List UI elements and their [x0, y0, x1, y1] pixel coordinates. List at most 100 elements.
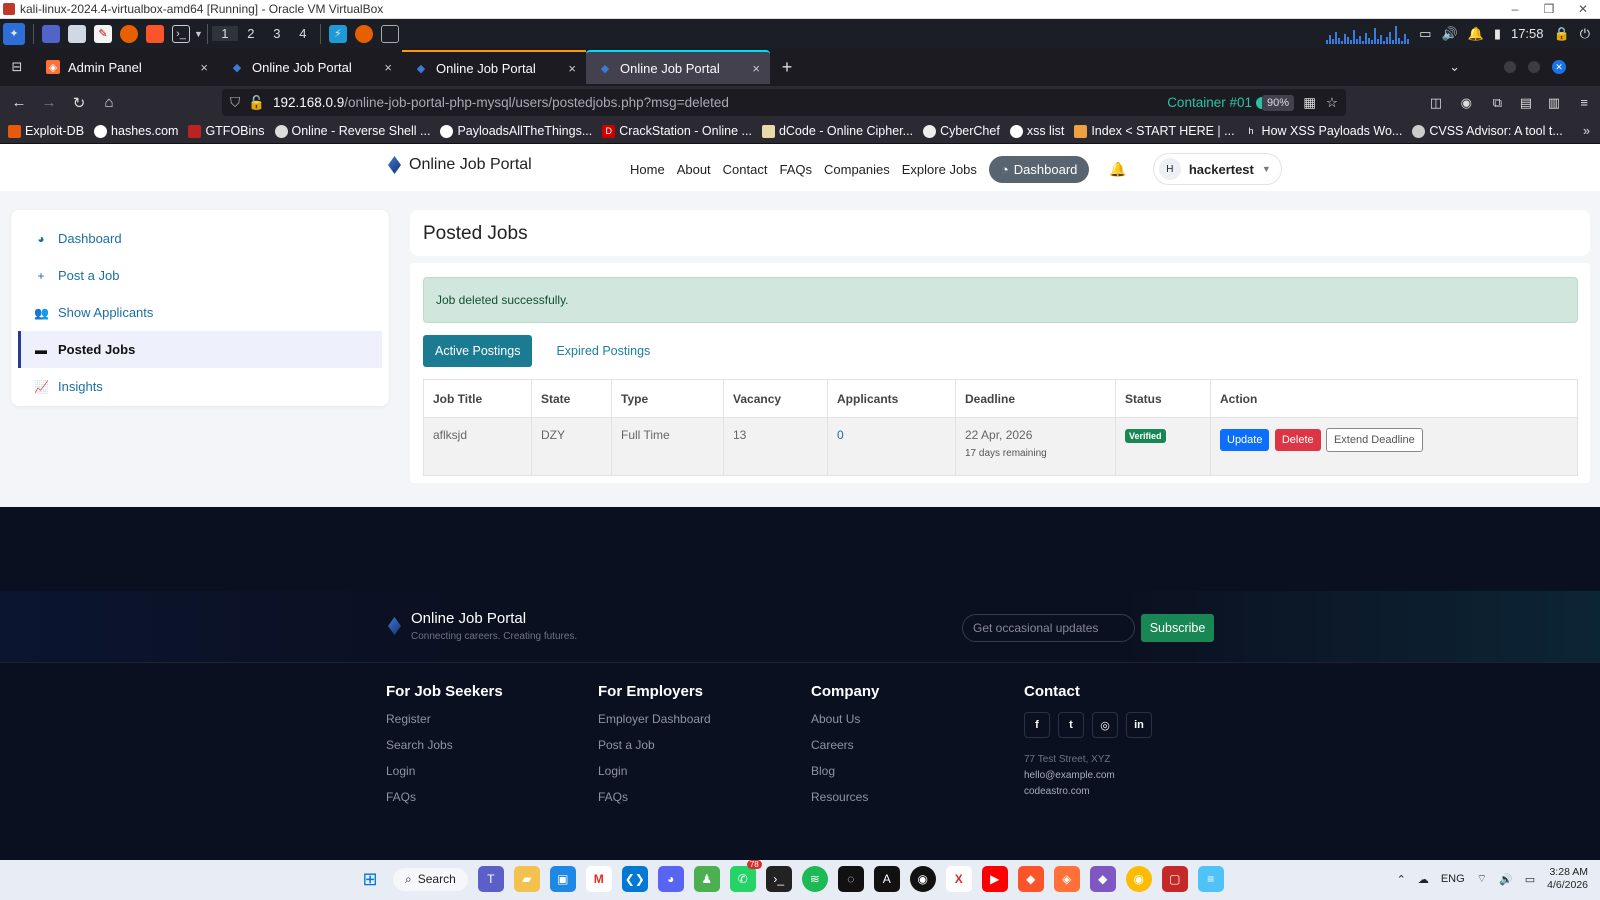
extend-deadline-button[interactable]: Extend Deadline — [1325, 428, 1423, 452]
bookmark-hashes[interactable]: hashes.com — [94, 124, 178, 138]
close-window-icon[interactable]: ✕ — [1552, 60, 1566, 74]
bookmark-reverse-shell[interactable]: Online - Reverse Shell ... — [274, 124, 430, 138]
wifi-icon[interactable]: ⌔ — [1477, 872, 1487, 886]
youtube-icon[interactable]: ▶ — [981, 866, 1008, 892]
subscribe-button[interactable]: Subscribe — [1141, 614, 1214, 642]
tab-close-icon[interactable]: × — [384, 60, 392, 75]
tab-active-postings[interactable]: Active Postings — [423, 335, 533, 367]
store-icon[interactable]: ▣ — [549, 866, 576, 892]
applicants-link[interactable]: 0 — [837, 428, 844, 442]
teams-icon[interactable]: T — [477, 866, 504, 892]
twitter-icon[interactable]: t — [1058, 712, 1084, 738]
lock-icon[interactable]: 🔒 — [1554, 26, 1570, 42]
brave-icon[interactable]: ◆ — [1017, 866, 1044, 892]
nav-faqs[interactable]: FAQs — [779, 162, 812, 177]
qr-icon[interactable]: ▦ — [1303, 95, 1316, 111]
kali-menu-icon[interactable]: ✦ — [3, 22, 25, 45]
footer-link[interactable]: Post a Job — [598, 738, 711, 764]
shield-icon[interactable]: ⛉ — [230, 95, 240, 111]
footer-link[interactable]: Blog — [811, 764, 879, 790]
sidebar-item-posted-jobs[interactable]: ▬ Posted Jobs — [18, 331, 382, 368]
file-explorer-icon[interactable]: ▰ — [513, 866, 540, 892]
footer-link[interactable]: Employer Dashboard — [598, 712, 711, 738]
notifications-icon[interactable]: 🔔 — [1468, 26, 1484, 42]
workspace-4[interactable]: 4 — [290, 26, 316, 41]
terminal-icon[interactable]: ›_ — [172, 24, 190, 43]
app-icon[interactable]: A — [873, 866, 900, 892]
notepad-icon[interactable]: ≡ — [1197, 866, 1224, 892]
bookmark-dcode[interactable]: dCode - Online Cipher... — [761, 124, 913, 138]
tab-list-icon[interactable]: ⊟ — [0, 59, 34, 75]
chess-icon[interactable]: ♟ — [693, 866, 720, 892]
workspace-1[interactable]: 1 — [211, 26, 238, 41]
footer-link[interactable]: Careers — [811, 738, 879, 764]
chrome-icon[interactable]: ◉ — [1125, 866, 1152, 892]
user-menu[interactable]: H hackertest ▼ — [1152, 153, 1282, 185]
firefox-task-icon[interactable] — [354, 24, 373, 43]
bookmark-index-start-here[interactable]: Index < START HERE | ... — [1074, 124, 1235, 138]
account-icon[interactable]: ◉ — [1461, 95, 1472, 111]
sidebar-item-post-a-job[interactable]: + Post a Job — [18, 257, 382, 294]
nav-about[interactable]: About — [677, 162, 711, 177]
files-icon[interactable] — [68, 24, 86, 43]
footer-link[interactable]: Search Jobs — [386, 738, 503, 764]
workspace-3[interactable]: 3 — [264, 26, 290, 41]
virtualbox-icon[interactable]: ▢ — [1161, 866, 1188, 892]
maximize-dot-icon[interactable] — [1528, 61, 1540, 73]
facebook-icon[interactable]: f — [1024, 712, 1050, 738]
more-bookmarks-icon[interactable]: » — [1583, 124, 1590, 138]
tab-close-icon[interactable]: × — [752, 61, 760, 76]
volume-icon[interactable]: 🔊 — [1499, 873, 1513, 886]
tab-close-icon[interactable]: × — [568, 61, 576, 76]
home-icon[interactable]: ⌂ — [94, 94, 124, 111]
bookmark-cyberchef[interactable]: CyberChef — [923, 124, 1000, 138]
tab-admin-panel[interactable]: ◈ Admin Panel × — [34, 50, 218, 84]
reload-icon[interactable]: ↻ — [64, 94, 94, 112]
onedrive-icon[interactable]: ☁ — [1418, 873, 1429, 886]
taskbar-search[interactable]: ⌕ Search — [393, 867, 468, 891]
tab-close-icon[interactable]: × — [200, 60, 208, 75]
whatsapp-icon[interactable]: ✆ 78 — [729, 860, 762, 892]
subscribe-input[interactable]: Get occasional updates — [962, 614, 1135, 642]
tab-online-job-portal-active[interactable]: ◆ Online Job Portal × — [586, 50, 770, 84]
tab-expired-postings[interactable]: Expired Postings — [544, 335, 662, 367]
minimize-dot-icon[interactable] — [1504, 61, 1516, 73]
url-bar[interactable]: ⛉ 🔓 192.168.0.9/online-job-portal-php-my… — [222, 89, 1346, 116]
bookmark-star-icon[interactable]: ☆ — [1326, 95, 1338, 111]
delete-button[interactable]: Delete — [1274, 429, 1321, 451]
footer-link[interactable]: Register — [386, 712, 503, 738]
zoom-level[interactable]: 90% — [1261, 94, 1294, 111]
brave-icon[interactable] — [146, 24, 164, 43]
extensions-icon[interactable]: ⧉ — [1493, 95, 1502, 111]
forward-icon[interactable]: → — [34, 94, 64, 111]
github-icon[interactable]: ◉ — [909, 866, 936, 892]
footer-link[interactable]: About Us — [811, 712, 879, 738]
footer-link[interactable]: FAQs — [598, 790, 711, 816]
bookmark-exploit-db[interactable]: Exploit-DB — [8, 124, 84, 138]
burp-icon[interactable]: ◈ — [1053, 866, 1080, 892]
windows-start-icon[interactable]: ⊞ — [357, 866, 383, 892]
sidebar-item-dashboard[interactable]: ◕ Dashboard — [18, 220, 382, 257]
chevron-down-icon[interactable]: ▼ — [194, 29, 203, 39]
dashboard-button[interactable]: ◔ Dashboard — [988, 155, 1090, 183]
bookmark-gtfobins[interactable]: GTFOBins — [188, 124, 265, 138]
app-icon[interactable]: ⚡ — [328, 24, 347, 43]
window-task-icon[interactable] — [380, 24, 399, 43]
restore-button[interactable]: ❐ — [1532, 0, 1566, 19]
tab-online-job-portal-2[interactable]: ◆ Online Job Portal × — [402, 50, 586, 84]
footer-link[interactable]: Resources — [811, 790, 879, 816]
nav-companies[interactable]: Companies — [824, 162, 890, 177]
container-label[interactable]: Container #01 — [1167, 95, 1268, 110]
bookmark-xss-list[interactable]: xss list — [1009, 124, 1064, 138]
app-icon[interactable]: X — [945, 866, 972, 892]
minimize-button[interactable]: – — [1498, 0, 1532, 19]
nav-home[interactable]: Home — [630, 162, 665, 177]
firefox-icon[interactable] — [120, 24, 138, 43]
linkedin-icon[interactable]: in — [1126, 712, 1152, 738]
gmail-icon[interactable]: M — [585, 866, 612, 892]
taskbar-clock[interactable]: 3:28 AM 4/6/2026 — [1547, 866, 1588, 892]
footer-brand[interactable]: Online Job Portal Connecting careers. Cr… — [388, 610, 577, 642]
obsidian-icon[interactable]: ◆ — [1089, 866, 1116, 892]
discord-icon[interactable]: ◕ — [657, 866, 684, 892]
text-editor-icon[interactable]: ✎ — [94, 24, 112, 43]
